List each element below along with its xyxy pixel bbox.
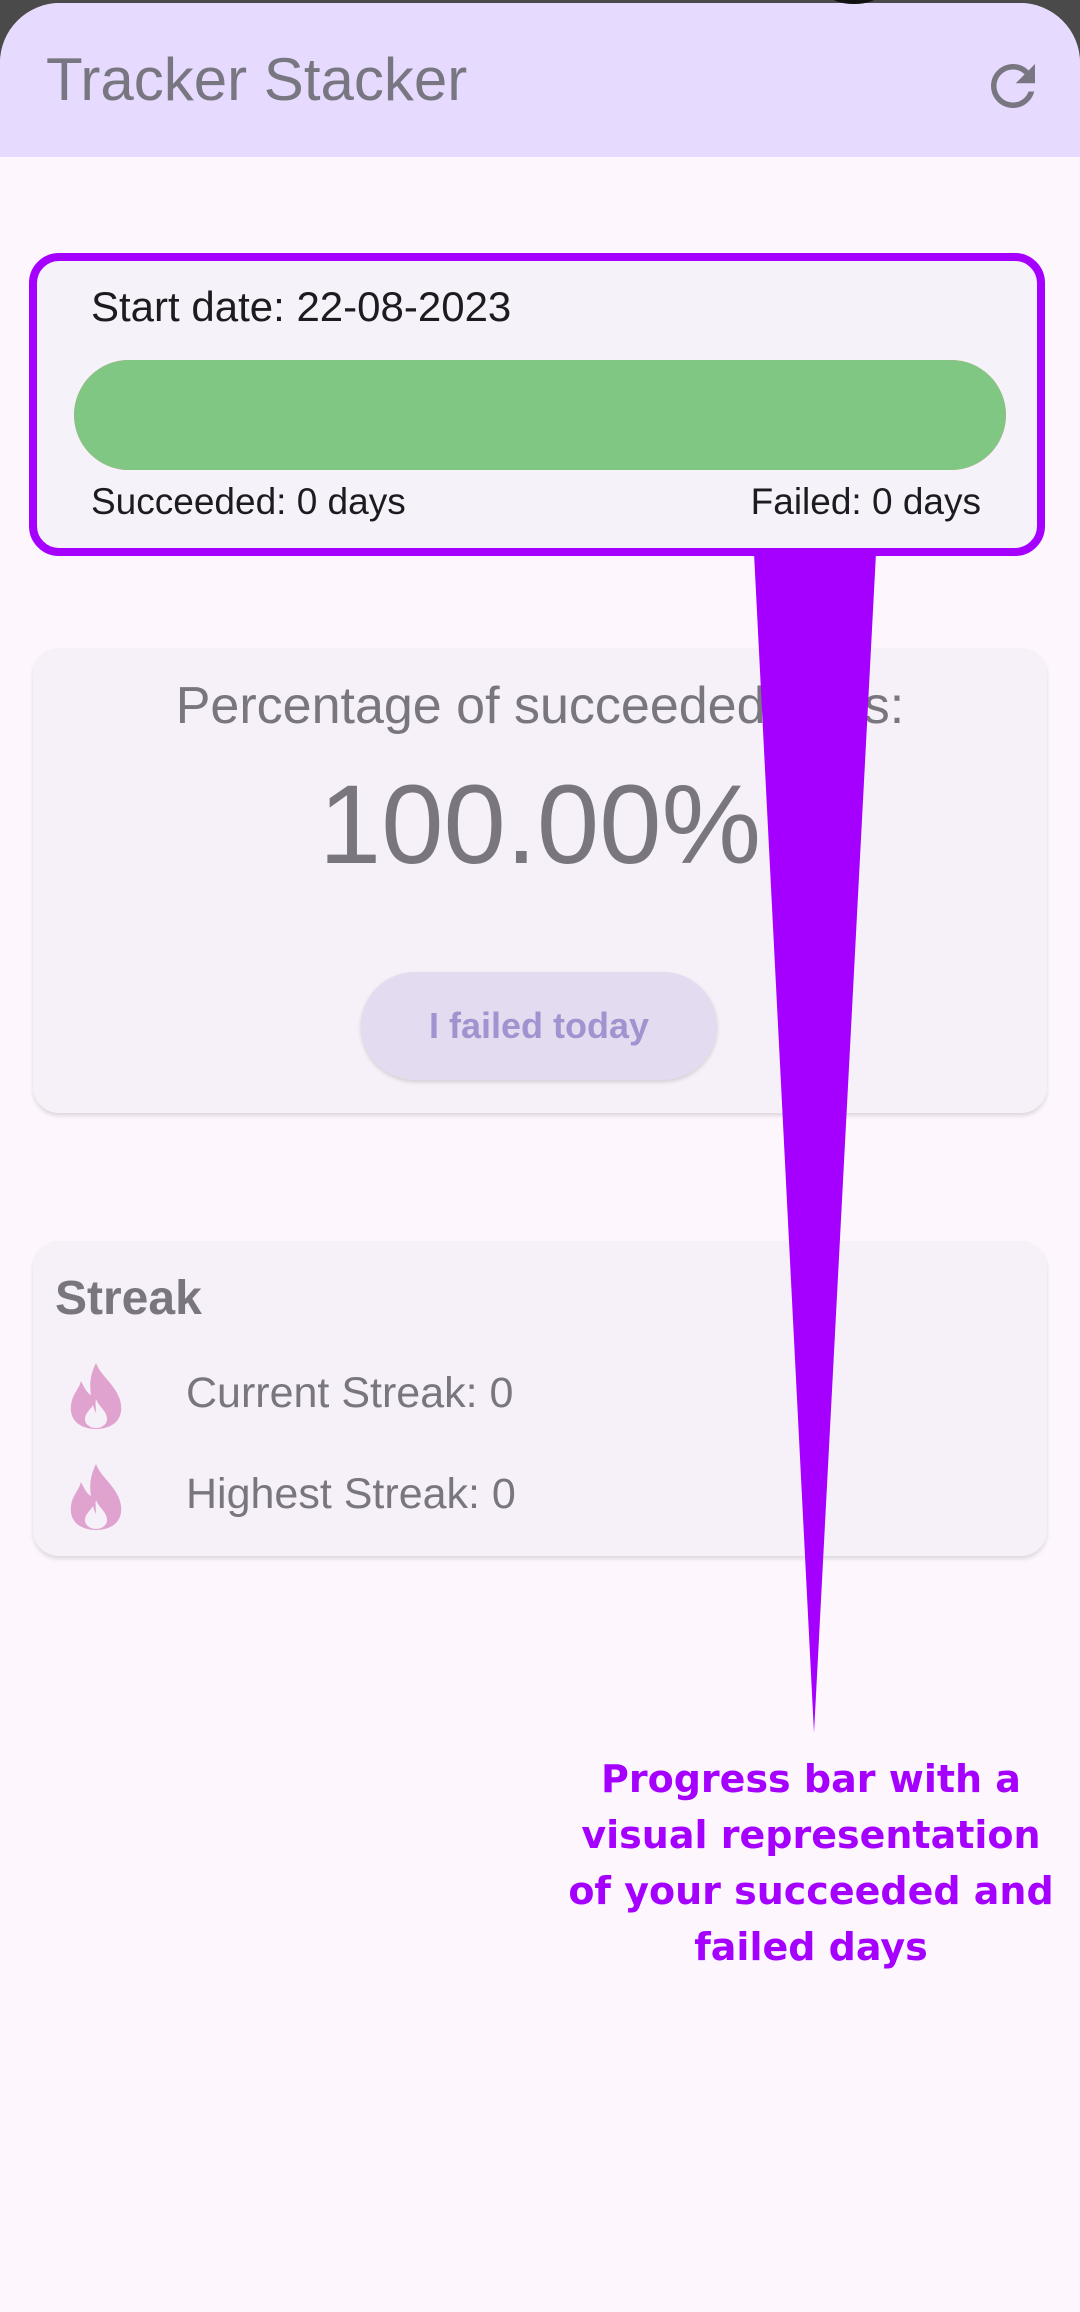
- failed-today-button[interactable]: I failed today: [361, 972, 717, 1080]
- progress-card: Start date: 22-08-2023 Succeeded: 0 days…: [29, 253, 1045, 556]
- flame-icon: [70, 1464, 122, 1530]
- app-screen: Tracker Stacker Start date: 22-08-2023 S…: [0, 3, 1080, 2312]
- start-date-label: Start date: 22-08-2023: [91, 283, 512, 330]
- percentage-card: Percentage of succeeded days: 100.00% I …: [33, 648, 1047, 1113]
- percentage-label: Percentage of succeeded days:: [175, 677, 905, 735]
- percentage-value: 100.00%: [318, 762, 762, 887]
- app-bar: Tracker Stacker: [0, 3, 1080, 157]
- flame-icon: [70, 1363, 122, 1429]
- streak-card: Streak Current Streak: 0 Highest Streak:…: [33, 1241, 1047, 1556]
- progress-bar: [74, 360, 1006, 470]
- failed-days-label: Failed: 0 days: [750, 481, 981, 522]
- current-streak-label: Current Streak: 0: [186, 1369, 514, 1417]
- progress-bar-fill: [74, 360, 1006, 470]
- streak-title: Streak: [55, 1272, 202, 1325]
- highest-streak-label: Highest Streak: 0: [186, 1470, 516, 1518]
- annotation-callout: Progress bar with a visual representatio…: [568, 1757, 1054, 1969]
- app-title: Tracker Stacker: [46, 46, 468, 113]
- succeeded-days-label: Succeeded: 0 days: [91, 481, 406, 522]
- refresh-icon[interactable]: [980, 53, 1046, 119]
